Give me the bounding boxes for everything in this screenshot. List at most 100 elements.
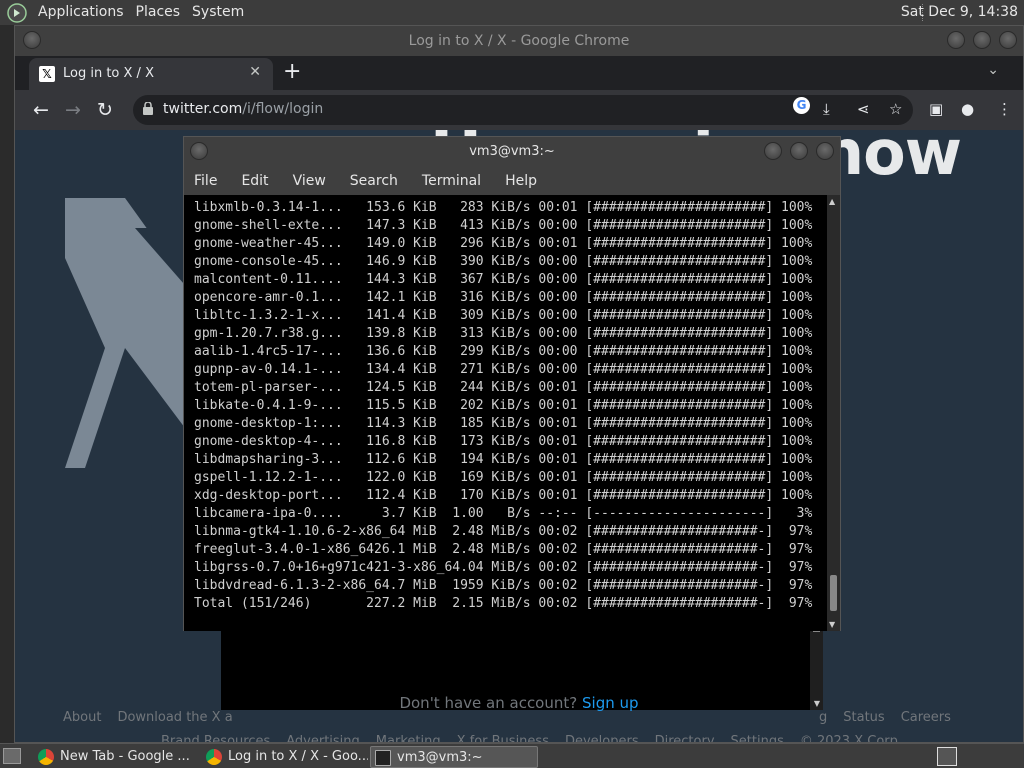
terminal-line: gspell-1.12.2-1-... 122.0 KiB 169 KiB/s … [194, 470, 813, 485]
footer-link-about[interactable]: About [63, 710, 101, 725]
terminal-window: vm3@vm3:~ File Edit View Search Terminal… [183, 136, 841, 631]
footer-link-settings[interactable]: Settings [731, 734, 784, 742]
sign-up-link[interactable]: Sign up [582, 694, 639, 712]
terminal-line: gnome-desktop-4-... 116.8 KiB 173 KiB/s … [194, 434, 813, 449]
terminal-line: libgrss-0.7.0+16+g971c421-3-x86_64.04 Mi… [194, 560, 813, 575]
footer-link-status[interactable]: Status [843, 710, 884, 725]
maximize-button[interactable] [973, 31, 991, 49]
terminal-line: aalib-1.4rc5-17-... 136.6 KiB 299 KiB/s … [194, 344, 813, 359]
profile-avatar-icon[interactable]: ● [961, 100, 974, 118]
terminal-title: vm3@vm3:~ [469, 144, 555, 159]
footer-link-marketing[interactable]: Marketing [376, 734, 441, 742]
terminal-line: libxmlb-0.3.14-1... 153.6 KiB 283 KiB/s … [194, 200, 813, 215]
terminal-line: libdvdread-6.1.3-2-x86_64.7 MiB 1959 KiB… [194, 578, 813, 593]
terminal-line: opencore-amr-0.1... 142.1 KiB 316 KiB/s … [194, 290, 813, 305]
new-tab-button[interactable]: + [283, 59, 301, 84]
bookmark-star-icon[interactable]: ☆ [889, 100, 902, 118]
places-menu[interactable]: Places [130, 0, 187, 25]
footer-links-row2: Brand Resources Advertising Marketing X for… [161, 734, 918, 742]
terminal-close-button[interactable] [816, 142, 834, 160]
footer-links-row1: About Download the X a [63, 710, 249, 725]
share-icon[interactable]: ⋖ [857, 100, 870, 118]
side-panel-icon[interactable]: ▣ [929, 100, 943, 118]
close-window-button[interactable] [999, 31, 1017, 49]
terminal-line: xdg-desktop-port... 112.4 KiB 170 KiB/s … [194, 488, 813, 503]
chrome-window-title: Log in to X / X - Google Chrome [408, 33, 630, 49]
tab-login-x[interactable]: 𝕏 Log in to X / X ✕ [29, 58, 273, 90]
install-app-icon[interactable]: ⤓ [823, 100, 830, 118]
terminal-line: libcamera-ipa-0.... 3.7 KiB 1.00 B/s --:… [194, 506, 813, 521]
dont-have-account-text: Don't have an account? [399, 694, 578, 712]
task-label: New Tab - Google ... [60, 749, 190, 764]
menu-edit[interactable]: Edit [241, 173, 268, 189]
menu-file[interactable]: File [194, 173, 217, 189]
terminal-scroll-thumb[interactable] [830, 575, 837, 611]
footer-link-blog[interactable]: g [819, 710, 827, 725]
terminal-line: freeglut-3.4.0-1-x86_6426.1 MiB 2.48 MiB… [194, 542, 813, 557]
scroll-up-arrow-icon[interactable]: ▲ [829, 197, 835, 206]
task-terminal[interactable]: vm3@vm3:~ [370, 746, 538, 768]
system-menu[interactable]: System [186, 0, 250, 25]
tab-label: Log in to X / X [63, 66, 154, 81]
url-text: twitter.com/i/flow/login [163, 101, 324, 117]
task-new-tab-chrome[interactable]: New Tab - Google ... [34, 746, 198, 768]
gnome-foot-icon[interactable] [6, 2, 28, 24]
chrome-icon [38, 749, 54, 765]
terminal-line: Total (151/246) 227.2 MiB 2.15 MiB/s 00:… [194, 596, 813, 611]
footer-link-developers[interactable]: Developers [565, 734, 639, 742]
footer-link-brand[interactable]: Brand Resources [161, 734, 270, 742]
terminal-line: totem-pl-parser-... 124.5 KiB 244 KiB/s … [194, 380, 813, 395]
show-desktop-icon[interactable] [3, 748, 21, 764]
terminal-maximize-button[interactable] [790, 142, 808, 160]
footer-link-careers[interactable]: Careers [901, 710, 951, 725]
footer-link-business[interactable]: X for Business [457, 734, 549, 742]
workspace-switcher[interactable] [937, 747, 957, 766]
terminal-output[interactable]: libxmlb-0.3.14-1... 153.6 KiB 283 KiB/s … [184, 195, 829, 631]
terminal-line: gpm-1.20.7.r38.g... 139.8 KiB 313 KiB/s … [194, 326, 813, 341]
lock-icon[interactable] [143, 102, 153, 115]
menu-search[interactable]: Search [350, 173, 398, 189]
menu-terminal[interactable]: Terminal [422, 173, 481, 189]
minimize-button[interactable] [947, 31, 965, 49]
footer-link-directory[interactable]: Directory [655, 734, 715, 742]
back-icon[interactable]: ← [33, 99, 49, 121]
footer-link-advertising[interactable]: Advertising [286, 734, 360, 742]
terminal-line: malcontent-0.11.... 144.3 KiB 367 KiB/s … [194, 272, 813, 287]
chrome-titlebar[interactable]: Log in to X / X - Google Chrome [15, 26, 1023, 56]
terminal-titlebar[interactable]: vm3@vm3:~ [184, 137, 840, 167]
clock[interactable]: Sat Dec 9, 14:38 [901, 0, 1018, 25]
terminal-line: gnome-shell-exte... 147.3 KiB 413 KiB/s … [194, 218, 813, 233]
footer-copyright: © 2023 X Corp. [799, 734, 903, 742]
terminal-line: libdmapsharing-3... 112.6 KiB 194 KiB/s … [194, 452, 813, 467]
terminal-line: gnome-console-45... 146.9 KiB 390 KiB/s … [194, 254, 813, 269]
menu-view[interactable]: View [293, 173, 326, 189]
footer-links-row1-right: g Status Careers [819, 710, 951, 725]
tab-close-icon[interactable]: ✕ [249, 64, 261, 80]
terminal-line: libkate-0.4.1-9-... 115.5 KiB 202 KiB/s … [194, 398, 813, 413]
menu-help[interactable]: Help [505, 173, 537, 189]
footer-link-download[interactable]: Download the X a [117, 710, 232, 725]
terminal-scrollbar[interactable]: ▲ ▼ [827, 195, 840, 631]
terminal-line: gnome-desktop-1:... 114.3 KiB 185 KiB/s … [194, 416, 813, 431]
forward-icon[interactable]: → [65, 99, 81, 121]
terminal-line: libnma-gtk4-1.10.6-2-x86_64 MiB 2.48 MiB… [194, 524, 813, 539]
top-panel: Applications Places System Sat Dec 9, 14… [0, 0, 1024, 25]
reload-icon[interactable]: ↻ [97, 99, 113, 121]
terminal-icon [375, 750, 391, 766]
chrome-icon [206, 749, 222, 765]
terminal-line: gnome-weather-45... 149.0 KiB 296 KiB/s … [194, 236, 813, 251]
scroll-down-arrow-icon[interactable]: ▼ [829, 620, 835, 629]
task-label: Log in to X / X - Goo... [228, 749, 368, 764]
google-lens-icon[interactable]: G [793, 97, 810, 114]
task-label: vm3@vm3:~ [397, 750, 483, 765]
terminal-minimize-button[interactable] [764, 142, 782, 160]
terminal-line: gupnp-av-0.14.1-... 134.4 KiB 271 KiB/s … [194, 362, 813, 377]
toolbar: ← → ↻ twitter.com/i/flow/login G ⤓ ⋖ ☆ ▣… [15, 90, 1023, 130]
bottom-taskbar: New Tab - Google ... Log in to X / X - G… [0, 743, 1024, 768]
chrome-menu-icon[interactable]: ⋮ [997, 100, 1012, 118]
tab-bar: 𝕏 Log in to X / X ✕ + ⌄ [15, 56, 1023, 90]
applications-menu[interactable]: Applications [32, 0, 130, 25]
tab-search-chevron-icon[interactable]: ⌄ [987, 62, 999, 78]
terminal-menubar: File Edit View Search Terminal Help [184, 167, 840, 195]
task-login-x-chrome[interactable]: Log in to X / X - Goo... [202, 746, 368, 768]
